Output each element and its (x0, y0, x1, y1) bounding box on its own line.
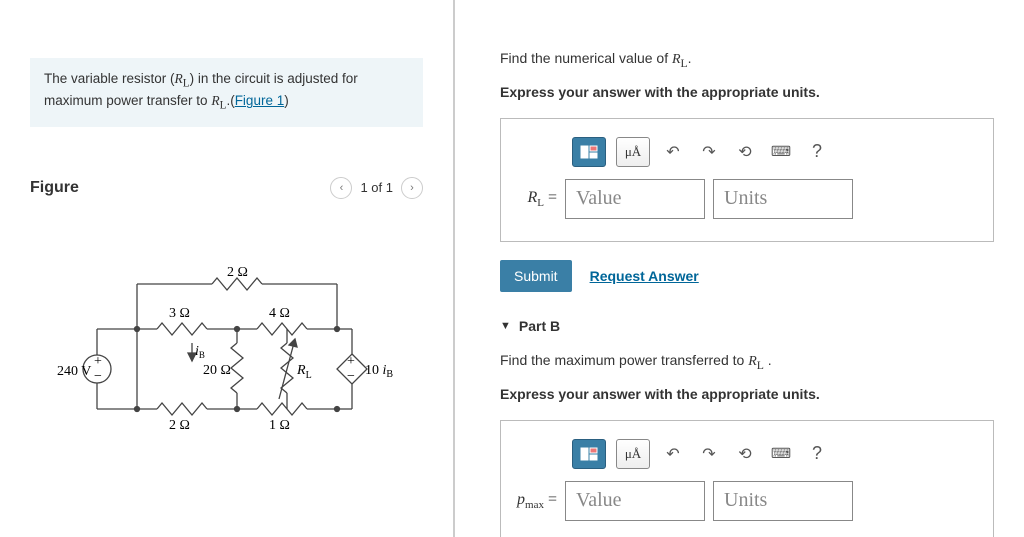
ccvs-label: 10 iB (365, 363, 393, 380)
ib-label: iB (195, 344, 205, 360)
units-button[interactable]: μÅ (616, 439, 650, 469)
part-b-toolbar: μÅ ↶ ↷ ⟲ ⌨ ? (517, 439, 977, 469)
part-b-var-label: pmax = (517, 491, 557, 511)
submit-button[interactable]: Submit (500, 260, 572, 292)
template-icon[interactable] (572, 137, 606, 167)
units-input[interactable]: Units (713, 179, 853, 219)
left-pane: The variable resistor (RL) in the circui… (0, 0, 455, 537)
undo-icon[interactable]: ↶ (660, 139, 686, 165)
figure-pager: ‹ 1 of 1 › (330, 177, 423, 199)
right-pane: Find the numerical value of RL. Express … (455, 0, 1024, 537)
intro-text: ) (284, 93, 289, 108)
part-b-question: Find the maximum power transferred to RL… (500, 352, 994, 372)
value-input[interactable]: Value (565, 179, 705, 219)
undo-icon[interactable]: ↶ (660, 441, 686, 467)
r-left-bot-label: 2 Ω (169, 418, 190, 433)
caret-down-icon: ▼ (500, 320, 511, 332)
r-right-top-label: 4 Ω (269, 306, 290, 321)
r-mid-label: 20 Ω (203, 363, 231, 378)
svg-text:−: − (94, 369, 102, 384)
intro-text: The variable resistor ( (44, 71, 175, 86)
part-b-instruction: Express your answer with the appropriate… (500, 386, 994, 402)
keyboard-icon[interactable]: ⌨ (768, 441, 794, 467)
request-answer-link[interactable]: Request Answer (590, 268, 699, 284)
next-figure-button[interactable]: › (401, 177, 423, 199)
help-icon[interactable]: ? (804, 441, 830, 467)
redo-icon[interactable]: ↷ (696, 441, 722, 467)
part-b-input-row: pmax = Value Units (517, 481, 977, 521)
value-input[interactable]: Value (565, 481, 705, 521)
template-icon[interactable] (572, 439, 606, 469)
part-a-answer-box: μÅ ↶ ↷ ⟲ ⌨ ? RL = Value Units (500, 118, 994, 242)
part-a-question: Find the numerical value of RL. (500, 50, 994, 70)
svg-text:+: + (347, 354, 355, 369)
svg-text:+: + (94, 354, 102, 369)
part-b-answer-box: μÅ ↶ ↷ ⟲ ⌨ ? pmax = Value Units (500, 420, 994, 537)
page: The variable resistor (RL) in the circui… (0, 0, 1024, 537)
part-b-header[interactable]: ▼ Part B (500, 318, 994, 334)
reset-icon[interactable]: ⟲ (732, 139, 758, 165)
figure-link[interactable]: Figure 1 (235, 93, 285, 108)
circuit-figure: 240 V + − + − 2 Ω 3 Ω 4 Ω 2 Ω 1 Ω 20 Ω R… (30, 259, 423, 459)
figure-title: Figure (30, 179, 79, 197)
rl-symbol: R (211, 93, 219, 108)
part-a-instruction: Express your answer with the appropriate… (500, 84, 994, 100)
units-input[interactable]: Units (713, 481, 853, 521)
problem-statement: The variable resistor (RL) in the circui… (30, 58, 423, 127)
part-a-input-row: RL = Value Units (517, 179, 977, 219)
part-a-submit-row: Submit Request Answer (500, 260, 994, 292)
r-right-bot-label: 1 Ω (269, 418, 290, 433)
prev-figure-button[interactable]: ‹ (330, 177, 352, 199)
source-label: 240 V (57, 364, 91, 379)
part-b-label: Part B (519, 318, 560, 334)
part-a-toolbar: μÅ ↶ ↷ ⟲ ⌨ ? (517, 137, 977, 167)
part-a-var-label: RL = (517, 189, 557, 209)
svg-text:−: − (347, 369, 355, 384)
rl-symbol: R (175, 71, 183, 86)
keyboard-icon[interactable]: ⌨ (768, 139, 794, 165)
units-button[interactable]: μÅ (616, 137, 650, 167)
r-top-label: 2 Ω (227, 265, 248, 280)
rl-sub: L (183, 78, 190, 90)
r-left-top-label: 3 Ω (169, 306, 190, 321)
figure-header: Figure ‹ 1 of 1 › (30, 177, 423, 199)
help-icon[interactable]: ? (804, 139, 830, 165)
intro-text: .( (226, 93, 234, 108)
redo-icon[interactable]: ↷ (696, 139, 722, 165)
pager-text: 1 of 1 (360, 180, 393, 195)
circuit-svg: 240 V + − + − 2 Ω 3 Ω 4 Ω 2 Ω 1 Ω 20 Ω R… (57, 259, 397, 459)
reset-icon[interactable]: ⟲ (732, 441, 758, 467)
rl-label: RL (296, 363, 312, 381)
